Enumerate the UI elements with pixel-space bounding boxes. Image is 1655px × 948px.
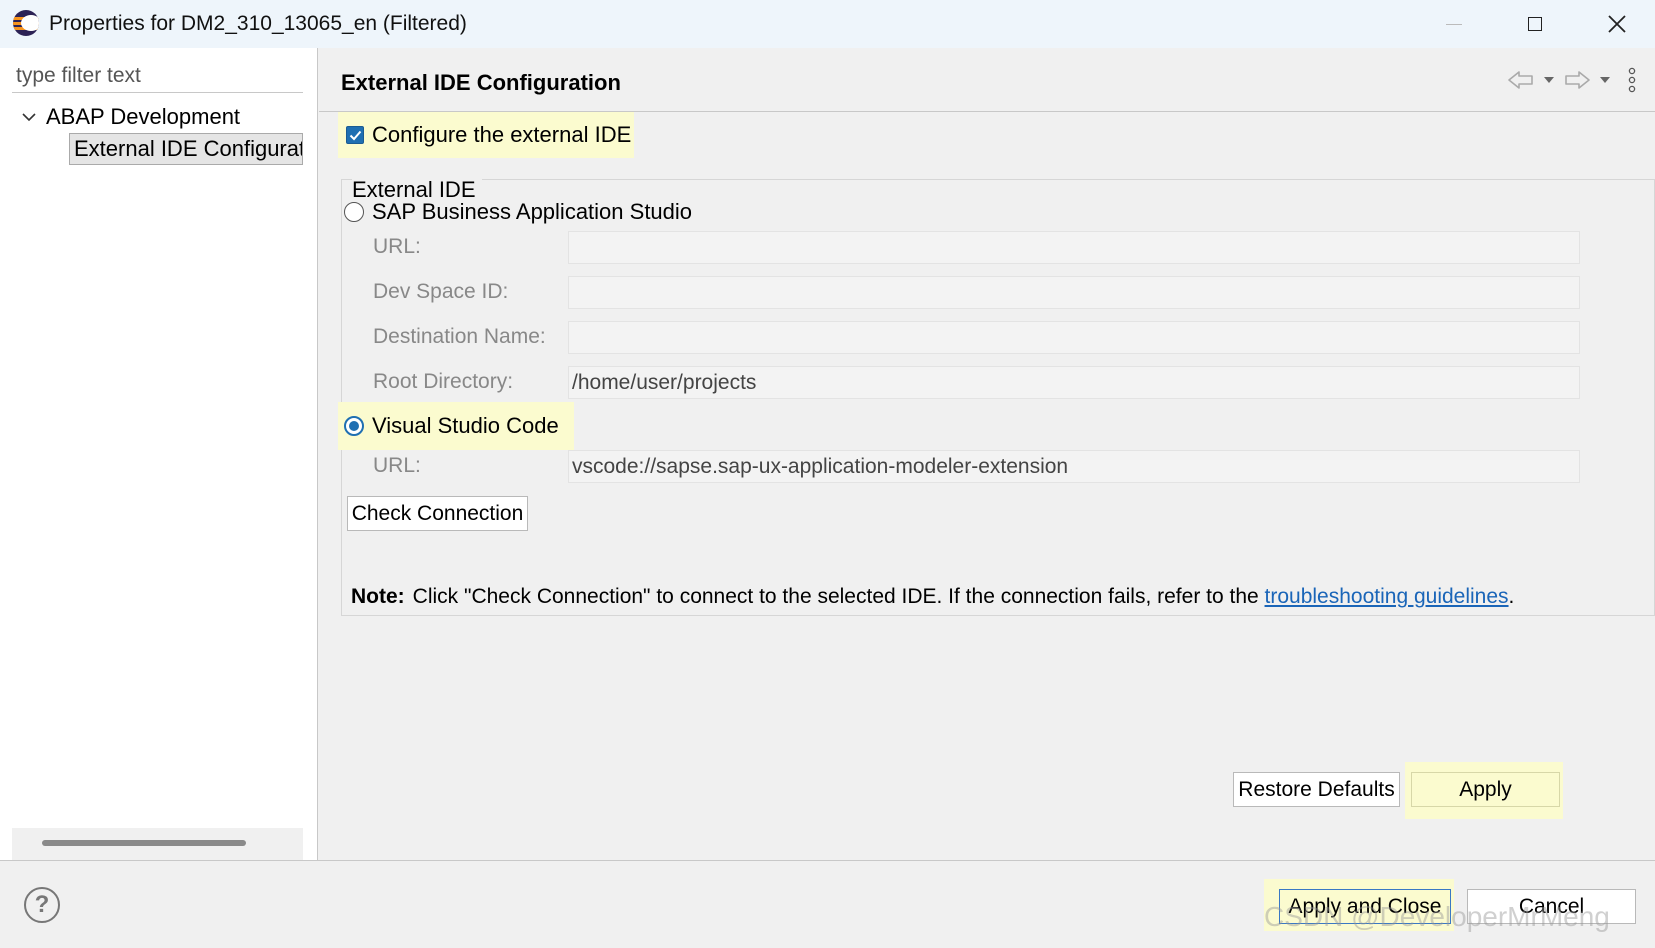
radio-button[interactable] bbox=[344, 416, 364, 436]
radio-label: SAP Business Application Studio bbox=[372, 199, 693, 224]
minimize-icon bbox=[1446, 23, 1462, 25]
forward-dropdown-icon[interactable] bbox=[1599, 76, 1611, 84]
external-ide-group: External IDE SAP Business Application St… bbox=[338, 177, 1655, 616]
chevron-down-icon[interactable] bbox=[22, 110, 36, 124]
back-arrow-icon[interactable] bbox=[1507, 69, 1535, 91]
back-dropdown-icon[interactable] bbox=[1543, 76, 1555, 84]
page-title: External IDE Configuration bbox=[341, 70, 621, 95]
tree-item-label: ABAP Development bbox=[46, 104, 241, 129]
filter-input[interactable] bbox=[12, 60, 303, 93]
checkmark-icon bbox=[349, 130, 361, 140]
tree-item-label: External IDE Configuration bbox=[74, 136, 302, 161]
radio-button[interactable] bbox=[344, 202, 364, 222]
close-button[interactable] bbox=[1597, 6, 1637, 42]
radio-label: Visual Studio Code bbox=[372, 413, 559, 438]
bas-root-directory-field[interactable]: /home/user/projects bbox=[568, 366, 1580, 399]
bas-destination-field[interactable] bbox=[568, 321, 1580, 354]
troubleshooting-link[interactable]: troubleshooting guidelines bbox=[1265, 585, 1509, 608]
radio-sap-bas[interactable]: SAP Business Application Studio bbox=[344, 194, 692, 230]
note-body: Click "Check Connection" to connect to t… bbox=[412, 585, 1265, 608]
tree-item-abap-development[interactable]: ABAP Development bbox=[22, 102, 240, 132]
eclipse-icon bbox=[13, 10, 39, 36]
bas-root-directory-label: Root Directory: bbox=[373, 370, 514, 393]
scrollbar-thumb[interactable] bbox=[42, 840, 246, 846]
configure-external-ide-checkbox-row[interactable]: Configure the external IDE bbox=[338, 112, 634, 158]
property-page: External IDE Configuration Configure the… bbox=[319, 48, 1655, 860]
cancel-button[interactable]: Cancel bbox=[1467, 889, 1636, 924]
view-menu-icon[interactable] bbox=[1627, 67, 1637, 93]
apply-and-close-button[interactable]: Apply and Close bbox=[1279, 889, 1451, 924]
close-icon bbox=[1608, 15, 1626, 33]
configure-external-ide-checkbox[interactable] bbox=[346, 126, 364, 144]
maximize-button[interactable] bbox=[1515, 6, 1555, 42]
vscode-url-label: URL: bbox=[373, 454, 421, 477]
page-navigation bbox=[1507, 64, 1637, 96]
horizontal-scrollbar[interactable] bbox=[12, 828, 303, 860]
bas-url-label: URL: bbox=[373, 235, 421, 258]
preference-tree-pane: ABAP Development External IDE Configurat… bbox=[0, 48, 318, 860]
help-icon[interactable]: ? bbox=[24, 887, 60, 923]
note-suffix: . bbox=[1508, 585, 1515, 608]
bas-dev-space-field[interactable] bbox=[568, 276, 1580, 309]
title-bar: Properties for DM2_310_13065_en (Filtere… bbox=[0, 0, 1655, 48]
page-header: External IDE Configuration bbox=[319, 48, 1655, 112]
configure-external-ide-label: Configure the external IDE bbox=[372, 122, 632, 147]
minimize-button[interactable] bbox=[1434, 6, 1474, 42]
check-connection-button[interactable]: Check Connection bbox=[347, 496, 528, 531]
note-prefix: Note: bbox=[351, 585, 405, 608]
bas-dev-space-label: Dev Space ID: bbox=[373, 280, 509, 303]
radio-visual-studio-code[interactable]: Visual Studio Code bbox=[338, 402, 574, 450]
vscode-url-field[interactable]: vscode://sapse.sap-ux-application-modele… bbox=[568, 450, 1580, 483]
note-text: Note: Click "Check Connection" to connect… bbox=[351, 585, 1514, 609]
maximize-icon bbox=[1528, 17, 1542, 31]
restore-defaults-button[interactable]: Restore Defaults bbox=[1233, 772, 1400, 807]
forward-arrow-icon[interactable] bbox=[1563, 69, 1591, 91]
bas-destination-label: Destination Name: bbox=[373, 325, 546, 348]
dialog-button-bar: ? Apply and Close Cancel CSDN @Developer… bbox=[0, 860, 1655, 948]
tree-item-external-ide-configuration[interactable]: External IDE Configuration bbox=[69, 133, 303, 165]
apply-button[interactable]: Apply bbox=[1411, 772, 1560, 807]
bas-url-field[interactable] bbox=[568, 231, 1580, 264]
window-title: Properties for DM2_310_13065_en (Filtere… bbox=[49, 12, 467, 35]
